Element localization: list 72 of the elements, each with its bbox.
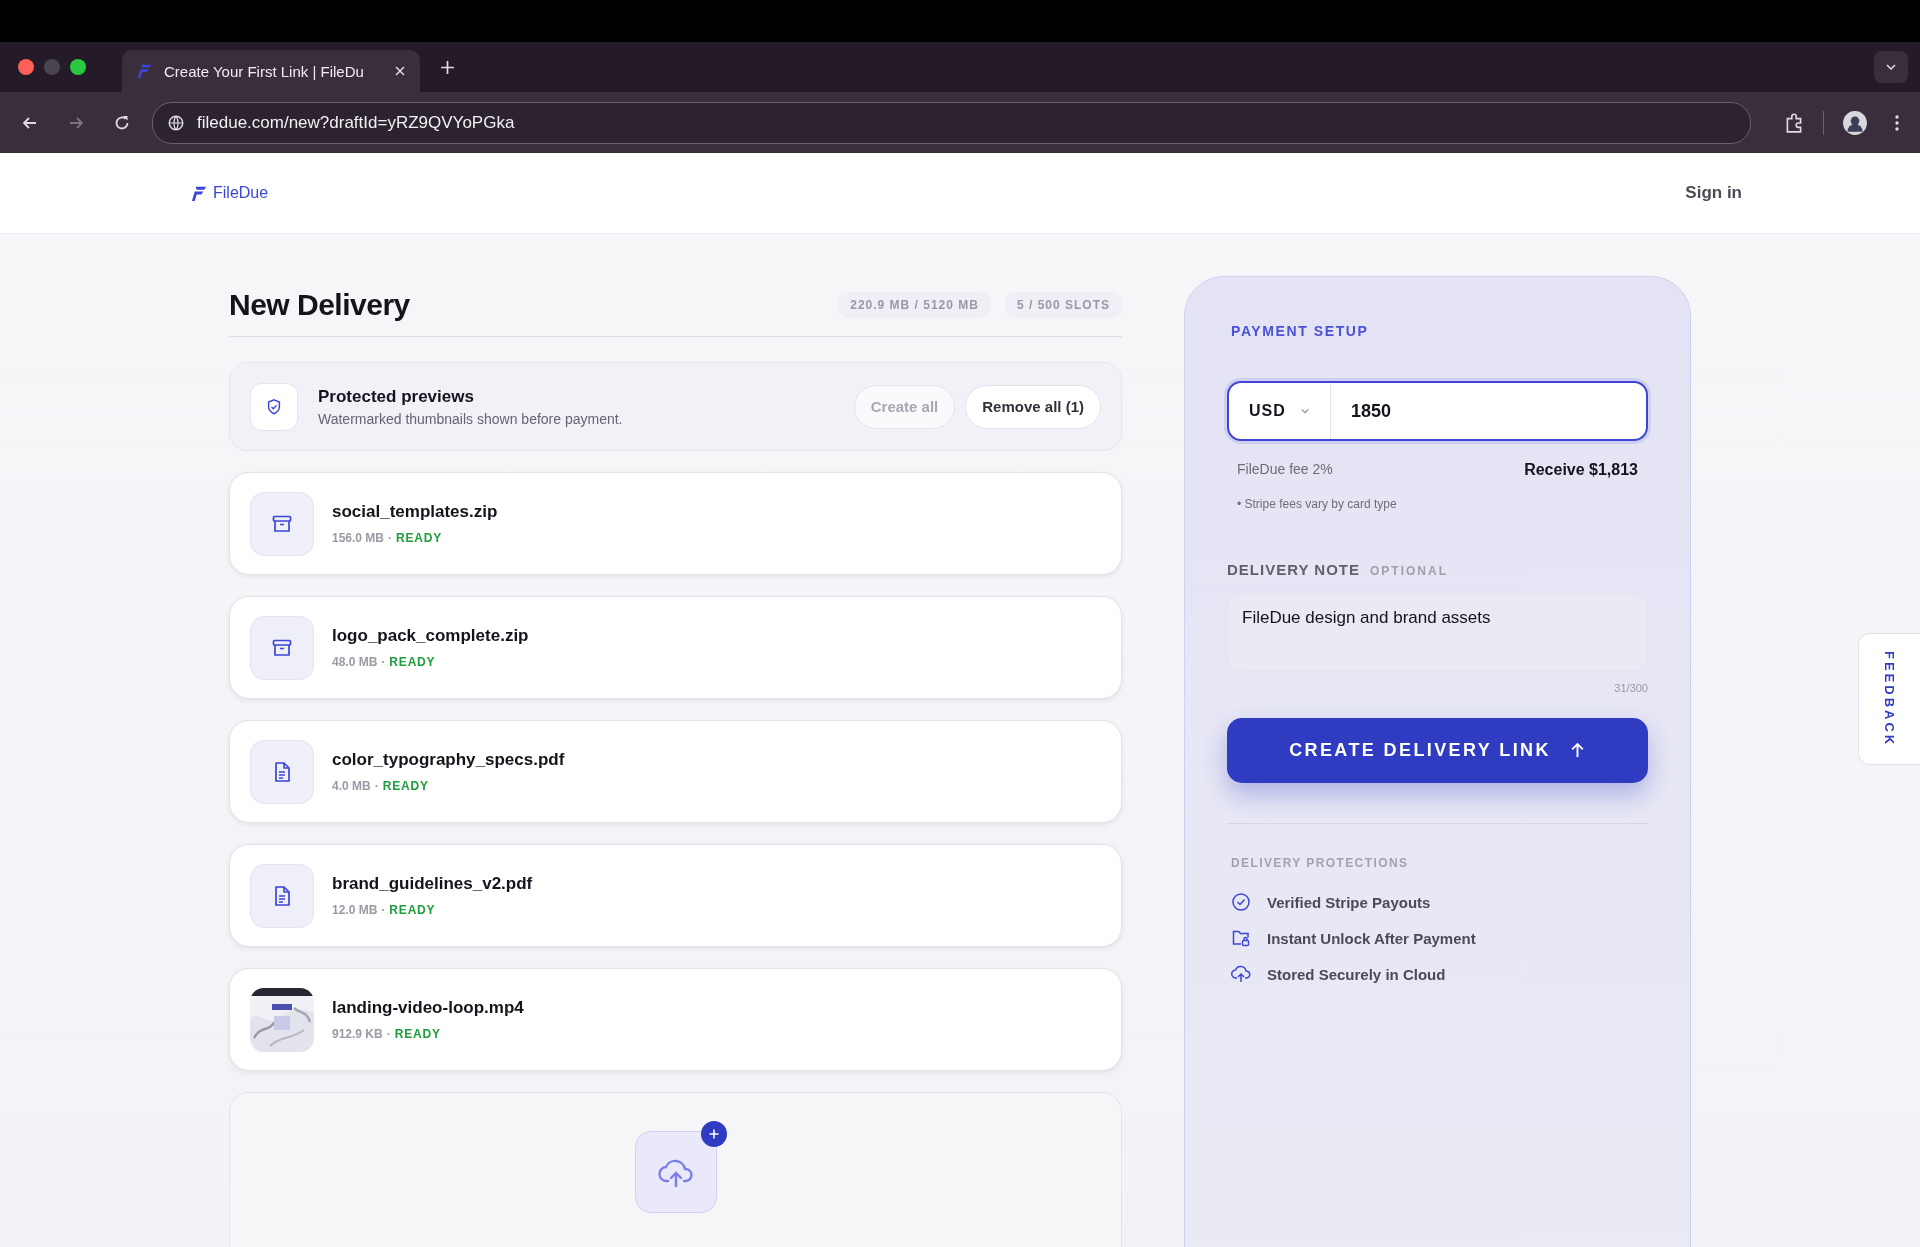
file-status: READY <box>394 1027 441 1041</box>
logo-icon <box>136 62 154 80</box>
create-link-button[interactable]: CREATE DELIVERY LINK <box>1227 718 1648 783</box>
separator-dot: · <box>381 655 386 669</box>
more-menu-icon[interactable] <box>1894 112 1900 133</box>
file-size: 4.0 MB <box>332 779 371 793</box>
check-circle-icon <box>1231 892 1251 912</box>
address-bar[interactable]: filedue.com/new?draftId=yRZ9QVYoPGka <box>152 101 1751 144</box>
file-row[interactable]: color_typography_specs.pdf 4.0 MB · READY <box>229 720 1122 823</box>
section-heading: PAYMENT SETUP <box>1231 323 1370 339</box>
file-row[interactable]: logo_pack_complete.zip 48.0 MB · READY <box>229 596 1122 699</box>
file-row[interactable]: brand_guidelines_v2.pdf 12.0 MB · READY <box>229 844 1122 947</box>
file-name: social_templates.zip <box>332 502 498 522</box>
currency-select[interactable]: USD <box>1229 383 1331 439</box>
character-count: 31/300 <box>1614 682 1648 694</box>
note-field[interactable]: FileDue design and brand assets <box>1227 594 1648 672</box>
archive-box-icon <box>250 615 314 680</box>
file-name: brand_guidelines_v2.pdf <box>332 874 533 894</box>
remove-all-button[interactable]: Remove all (1) <box>965 384 1101 429</box>
separator-dot: · <box>388 531 393 545</box>
file-size: 48.0 MB <box>332 655 378 669</box>
chevron-down-icon <box>1885 61 1897 73</box>
file-row[interactable]: social_templates.zip 156.0 MB · READY <box>229 472 1122 575</box>
file-size: 156.0 MB <box>332 531 385 545</box>
receive-amount: Receive $1,813 <box>1524 461 1638 479</box>
globe-icon <box>167 113 185 132</box>
browser-tab[interactable]: Create Your First Link | FileDu <box>122 50 420 92</box>
file-status: READY <box>396 531 443 545</box>
file-status: READY <box>389 903 436 917</box>
section-heading: DELIVERY PROTECTIONS <box>1231 856 1410 870</box>
archive-box-icon <box>250 491 314 556</box>
file-status: READY <box>382 779 429 793</box>
upload-button[interactable] <box>634 1131 717 1213</box>
file-size: 912.9 KB <box>332 1027 383 1041</box>
maximize-window-button[interactable] <box>70 59 86 75</box>
protection-item: Stored Securely in Cloud <box>1267 965 1446 983</box>
note-label: DELIVERY NOTE <box>1227 561 1361 578</box>
file-name: color_typography_specs.pdf <box>332 750 565 770</box>
new-tab-icon[interactable] <box>440 59 455 75</box>
protection-item: Verified Stripe Payouts <box>1267 893 1431 911</box>
file-row[interactable]: landing-video-loop.mp4 912.9 KB · READY <box>229 968 1122 1071</box>
cloud-upload-icon <box>1231 964 1251 984</box>
file-name: logo_pack_complete.zip <box>332 626 529 646</box>
storage-usage: 220.9 MB / 5120 MB <box>838 292 991 318</box>
chevron-down-icon <box>1299 406 1310 416</box>
file-name: landing-video-loop.mp4 <box>332 998 524 1018</box>
separator-dot: · <box>374 779 379 793</box>
optional-label: OPTIONAL <box>1370 564 1449 578</box>
filedue-logo[interactable]: FileDue <box>190 183 269 203</box>
folder-lock-icon <box>1231 928 1251 948</box>
slot-usage: 5 / 500 SLOTS <box>1004 292 1122 318</box>
profile-avatar-icon[interactable] <box>1842 109 1868 136</box>
feedback-tab[interactable]: FEEDBACK <box>1858 633 1920 765</box>
separator-dot: · <box>381 903 386 917</box>
amount-field[interactable]: USD 1850 <box>1227 381 1648 441</box>
page-title: New Delivery <box>229 288 410 322</box>
stripe-fee-note: • Stripe fees vary by card type <box>1237 497 1398 511</box>
close-icon[interactable] <box>394 65 406 77</box>
document-icon <box>250 739 314 804</box>
protection-item: Instant Unlock After Payment <box>1267 929 1476 947</box>
shield-check-icon <box>250 382 298 431</box>
file-size: 12.0 MB <box>332 903 378 917</box>
fee-label: FileDue fee 2% <box>1237 461 1333 479</box>
file-status: READY <box>389 655 436 669</box>
separator-dot: · <box>386 1027 391 1041</box>
plus-badge-icon <box>700 1121 727 1147</box>
sign-in-link[interactable]: Sign in <box>1685 183 1742 203</box>
previews-description: Watermarked thumbnails shown before payment. <box>318 410 624 427</box>
document-icon <box>250 863 314 928</box>
tab-list-button[interactable] <box>1874 51 1908 83</box>
close-window-button[interactable] <box>18 59 34 75</box>
previews-title: Protected previews <box>318 386 475 407</box>
